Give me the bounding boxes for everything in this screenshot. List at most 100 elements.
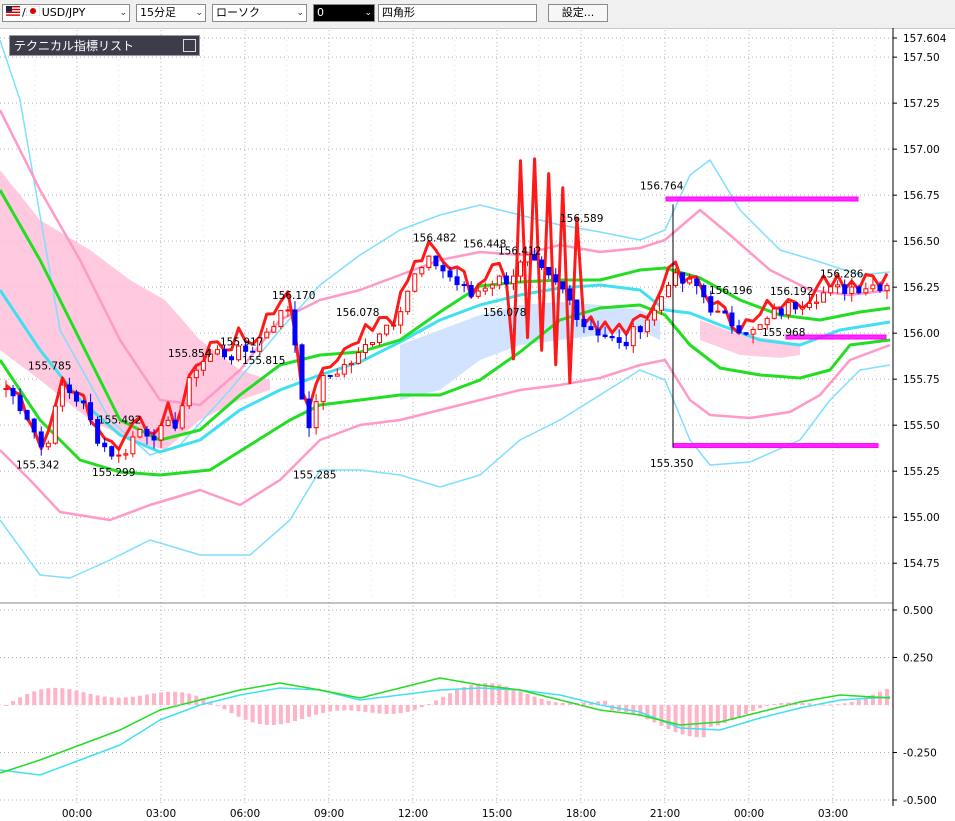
macd-bar — [264, 705, 269, 725]
candle-body — [158, 425, 164, 441]
macd-bar — [433, 700, 438, 705]
candle-body — [313, 401, 319, 429]
y-tick-label: 157.50 — [903, 52, 940, 64]
candle-body — [567, 288, 573, 301]
x-tick-label: 03:00 — [146, 808, 176, 820]
macd-bar — [109, 697, 114, 705]
y-tick-label: 156.00 — [903, 328, 940, 340]
cloud-area — [0, 170, 270, 450]
candle-body — [503, 275, 509, 285]
macd-bar — [159, 692, 164, 705]
candle-body — [701, 285, 707, 298]
candle-body — [574, 299, 580, 320]
price-label: 156.192 — [770, 286, 813, 298]
candle-body — [863, 288, 869, 294]
macd-bar — [257, 705, 262, 725]
candle-body — [384, 324, 390, 335]
candle-body — [828, 286, 834, 294]
symbol-select[interactable]: / USD/JPY ⌄ — [2, 4, 130, 22]
chart-style-select[interactable]: ローソク ⌄ — [212, 4, 307, 22]
drawn-rectangle — [672, 443, 879, 449]
shape-field[interactable]: 四角形 — [378, 4, 537, 22]
candle-body — [616, 337, 622, 343]
macd-bar — [356, 705, 361, 712]
macd-bar — [624, 705, 629, 713]
candle-body — [355, 352, 361, 364]
candle-body — [722, 310, 728, 314]
candle-body — [687, 278, 693, 284]
macd-bar — [751, 705, 756, 711]
chevron-down-icon: ⌄ — [364, 8, 372, 18]
candle-body — [842, 284, 848, 294]
macd-bar — [412, 705, 417, 710]
macd-bar — [736, 705, 741, 718]
candle-body — [214, 349, 220, 355]
y-tick-label: 156.50 — [903, 236, 940, 248]
y-tick-label: 155.75 — [903, 374, 940, 386]
candle-body — [849, 286, 855, 294]
candle-body — [186, 377, 192, 407]
timeframe-select[interactable]: 15分足 ⌄ — [136, 4, 206, 22]
macd-bar — [673, 705, 678, 732]
candle-body — [630, 326, 636, 347]
macd-bar — [694, 705, 699, 738]
macd-bar — [405, 705, 410, 712]
macd-bar — [300, 705, 305, 719]
price-label: 156.764 — [640, 181, 684, 193]
macd-bar — [525, 694, 530, 705]
macd-bar — [74, 690, 79, 705]
candle-body — [884, 285, 890, 292]
macd-bar — [553, 702, 558, 705]
y-tick-label: 154.75 — [903, 558, 940, 570]
macd-bar — [398, 705, 403, 714]
draw-tool-select[interactable]: 0 ⌄ — [313, 4, 375, 22]
price-label: 156.078 — [336, 307, 379, 319]
drawn-rectangles[interactable] — [665, 196, 887, 449]
macd-bar — [39, 689, 44, 705]
settings-button[interactable]: 設定... — [548, 4, 608, 22]
candle-body — [17, 395, 23, 411]
candle-body — [778, 308, 784, 316]
candle-body — [785, 302, 791, 316]
candle-body — [362, 344, 368, 354]
macd-bar — [278, 705, 283, 725]
candle-body — [644, 319, 650, 333]
candle-body — [736, 325, 742, 334]
candle-body — [454, 276, 460, 286]
price-label: 155.492 — [98, 415, 141, 427]
macd-bar — [314, 705, 319, 715]
price-label: 155.285 — [293, 470, 336, 482]
candle-body — [102, 442, 108, 448]
candle-body — [489, 284, 495, 289]
candle-body — [806, 302, 812, 308]
macd-bar — [335, 705, 340, 711]
macd-bar — [130, 696, 135, 705]
price-label: 155.350 — [650, 458, 693, 470]
candle-body — [137, 428, 143, 438]
macd-bar — [349, 705, 354, 711]
candle-body — [602, 334, 608, 338]
macd-bar — [180, 692, 185, 705]
macd-bar — [539, 698, 544, 705]
candle-body — [595, 329, 601, 336]
x-tick-label: 18:00 — [566, 808, 596, 820]
candle-body — [419, 267, 425, 275]
candle-body — [680, 272, 686, 284]
restore-icon[interactable] — [183, 39, 196, 52]
us-flag-icon — [6, 5, 20, 21]
indicator-list-panel[interactable]: テクニカル指標リスト — [9, 35, 200, 56]
candle-body — [560, 281, 566, 290]
candle-body — [116, 454, 122, 457]
candle-body — [835, 284, 841, 288]
price-chart[interactable]: 155.785 155.342 155.492 155.299 155.854 155.9… — [0, 28, 955, 821]
candle-body — [447, 270, 453, 278]
candle-body — [306, 398, 312, 429]
candle-body — [666, 284, 672, 298]
macd-bar — [137, 695, 142, 705]
candle-body — [461, 284, 467, 287]
chevron-down-icon: ⌄ — [296, 8, 304, 18]
macd-bar — [53, 687, 58, 705]
x-tick-label: 15:00 — [482, 808, 512, 820]
macd-bar — [652, 705, 657, 723]
macd-panel — [0, 677, 893, 776]
